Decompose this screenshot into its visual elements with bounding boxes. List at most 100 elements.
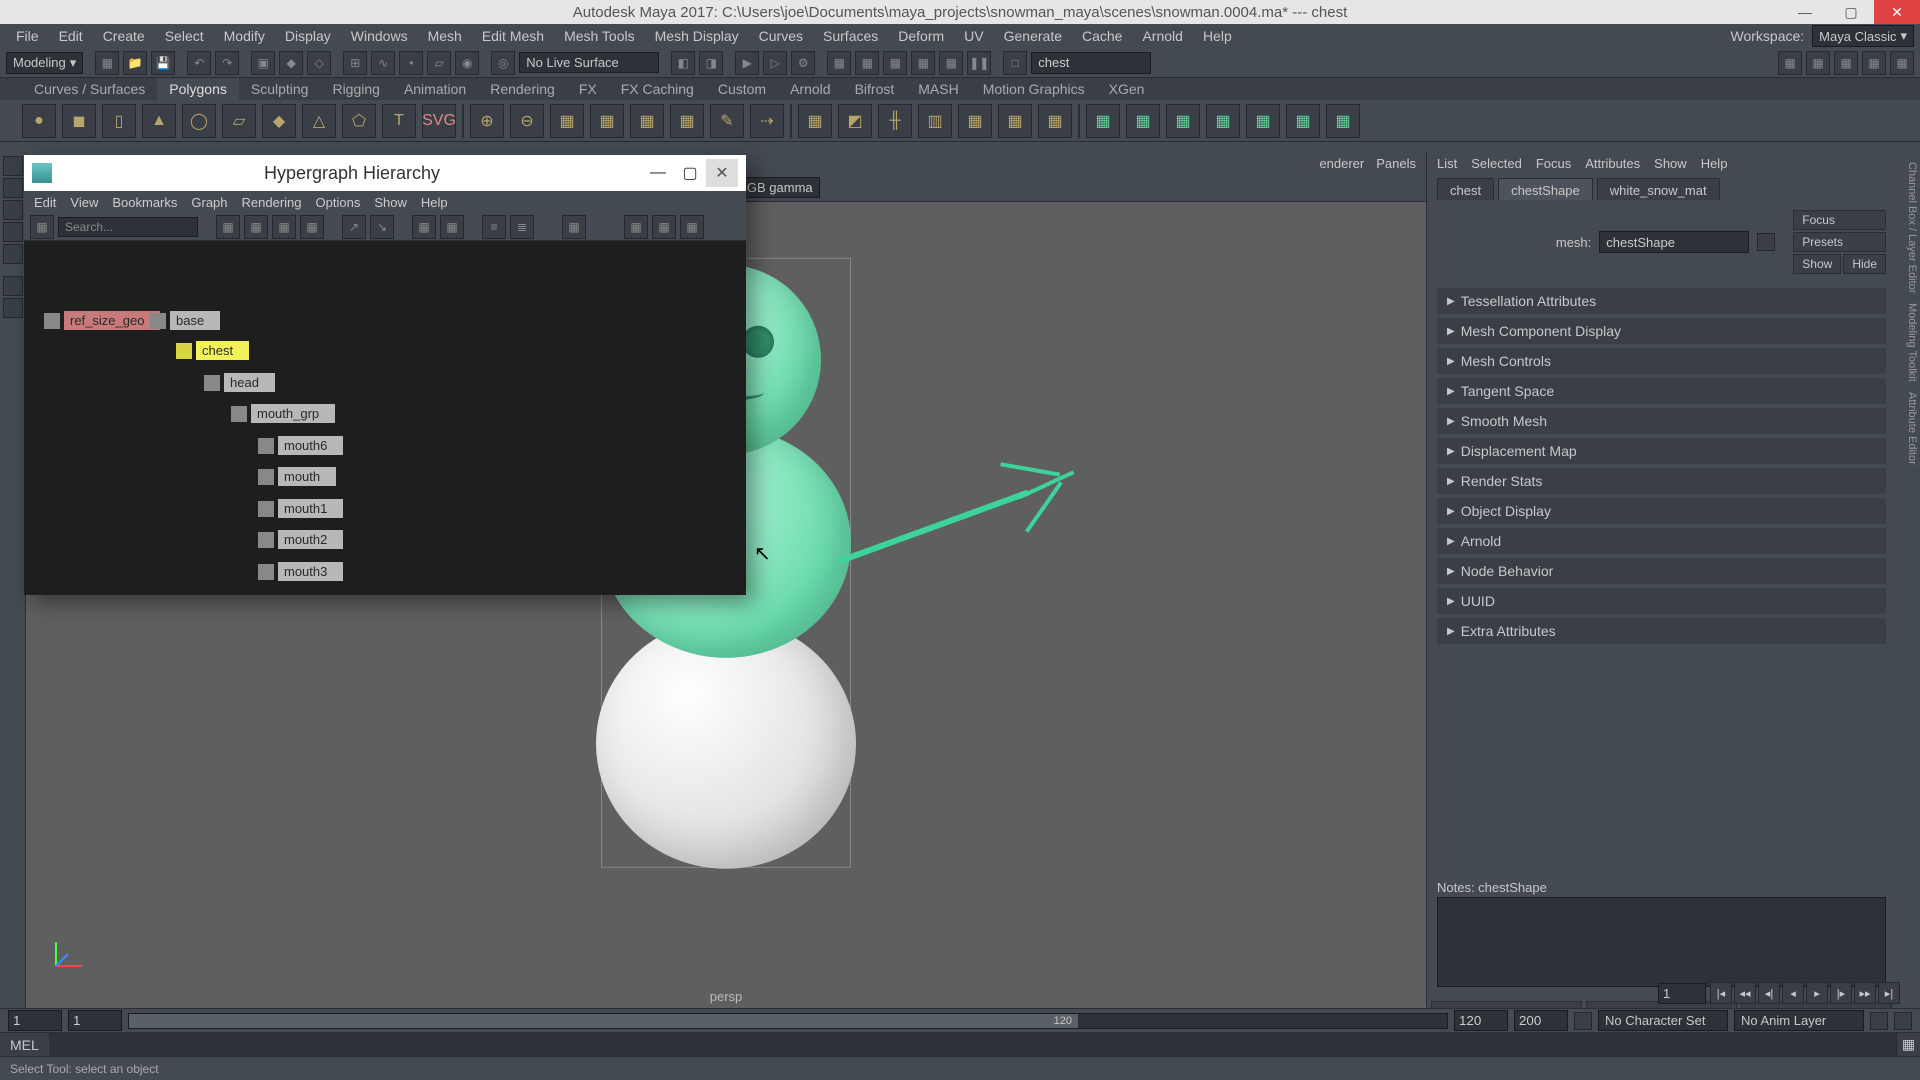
multicut-icon[interactable]: ✎ (710, 104, 744, 138)
menu-deform[interactable]: Deform (888, 26, 954, 46)
hg-icon[interactable]: ▦ (652, 215, 676, 239)
shelf-tab-rigging[interactable]: Rigging (320, 78, 391, 100)
presets-button[interactable]: Presets (1793, 232, 1886, 252)
goto-start-icon[interactable]: |◂ (1710, 982, 1732, 1004)
close-button[interactable]: ✕ (1874, 0, 1920, 24)
combine-icon[interactable]: ⊕ (470, 104, 504, 138)
menu-uv[interactable]: UV (954, 26, 993, 46)
misc-icon2[interactable]: ▦ (883, 51, 907, 75)
range-slider[interactable]: 120 (128, 1013, 1448, 1029)
live-surface-dropdown[interactable]: No Live Surface (519, 52, 659, 73)
hide-button[interactable]: Hide (1843, 254, 1886, 274)
menu-arnold[interactable]: Arnold (1132, 26, 1192, 46)
prefs-icon[interactable] (1894, 1012, 1912, 1030)
layout-icon3[interactable]: ▦ (1834, 51, 1858, 75)
section-mesh-component[interactable]: ▶Mesh Component Display (1437, 318, 1886, 344)
anim-start-input[interactable] (1454, 1010, 1508, 1031)
hg-node-head[interactable]: head (202, 371, 277, 394)
smooth-icon[interactable]: ▦ (670, 104, 704, 138)
rotate-tool-icon[interactable] (3, 222, 23, 242)
redo-icon[interactable]: ↷ (215, 51, 239, 75)
hg-icon[interactable]: ▦ (624, 215, 648, 239)
current-frame-input[interactable] (1658, 983, 1706, 1004)
script-lang-dropdown[interactable]: MEL (0, 1033, 49, 1056)
sculpt-icon1[interactable]: ▦ (1086, 104, 1120, 138)
layout-single-icon[interactable] (3, 276, 23, 296)
play-back-icon[interactable]: ◂ (1782, 982, 1804, 1004)
move-tool-icon[interactable] (3, 200, 23, 220)
layout-icon5[interactable]: ▦ (1890, 51, 1914, 75)
render-settings-icon[interactable]: ⚙ (791, 51, 815, 75)
poly-torus-icon[interactable]: ◯ (182, 104, 216, 138)
hg-menu-help[interactable]: Help (421, 195, 448, 210)
maximize-button[interactable]: ▢ (1828, 0, 1874, 24)
hg-icon[interactable]: ▦ (216, 215, 240, 239)
open-scene-icon[interactable]: 📁 (123, 51, 147, 75)
layout-four-icon[interactable] (3, 298, 23, 318)
hg-search-input[interactable]: Search... (58, 217, 198, 237)
hg-icon[interactable]: ↘ (370, 215, 394, 239)
sculpt-icon2[interactable]: ▦ (1126, 104, 1160, 138)
goto-end-icon[interactable]: ▸| (1878, 982, 1900, 1004)
misc-icon4[interactable]: ▦ (939, 51, 963, 75)
step-forward-key-icon[interactable]: ▸▸ (1854, 982, 1876, 1004)
hg-node-mouth1[interactable]: mouth1 (256, 497, 345, 520)
menu-edit[interactable]: Edit (49, 26, 93, 46)
menu-create[interactable]: Create (93, 26, 155, 46)
bridge-icon[interactable]: ╫ (878, 104, 912, 138)
hypergraph-minimize-button[interactable]: — (642, 159, 674, 187)
menu-generate[interactable]: Generate (994, 26, 1072, 46)
range-start2-input[interactable] (68, 1010, 122, 1031)
hg-menu-edit[interactable]: Edit (34, 195, 56, 210)
shelf-tab-animation[interactable]: Animation (392, 78, 478, 100)
poly-prism-icon[interactable]: ⬠ (342, 104, 376, 138)
shelf-tab-custom[interactable]: Custom (706, 78, 778, 100)
hypergraph-close-button[interactable]: ✕ (706, 159, 738, 187)
history-icon2[interactable]: ◨ (699, 51, 723, 75)
ae-tab-material[interactable]: white_snow_mat (1597, 178, 1720, 200)
section-extra[interactable]: ▶Extra Attributes (1437, 618, 1886, 644)
menu-help[interactable]: Help (1193, 26, 1242, 46)
menu-editmesh[interactable]: Edit Mesh (472, 26, 554, 46)
anim-layer-dropdown[interactable]: No Anim Layer (1734, 1010, 1864, 1031)
menu-mesh[interactable]: Mesh (418, 26, 472, 46)
right-edge-tabs[interactable]: Channel Box / Layer Editor Modeling Tool… (1896, 152, 1920, 1030)
command-input[interactable] (49, 1033, 1896, 1056)
hg-node-base[interactable]: base (148, 309, 222, 332)
misc-icon[interactable]: ▦ (855, 51, 879, 75)
snap-curve-icon[interactable]: ∿ (371, 51, 395, 75)
pause-icon[interactable]: ❚❚ (967, 51, 991, 75)
hg-icon[interactable]: ≡ (482, 215, 506, 239)
menu-curves[interactable]: Curves (749, 26, 813, 46)
ae-menu-attributes[interactable]: Attributes (1585, 156, 1640, 171)
menu-windows[interactable]: Windows (341, 26, 418, 46)
render-icon[interactable]: ▶ (735, 51, 759, 75)
notes-textarea[interactable] (1437, 897, 1886, 987)
shelf-tab-bifrost[interactable]: Bifrost (843, 78, 907, 100)
step-back-icon[interactable]: ◂| (1758, 982, 1780, 1004)
section-displacement[interactable]: ▶Displacement Map (1437, 438, 1886, 464)
hg-icon[interactable]: ↗ (342, 215, 366, 239)
range-icon[interactable] (1574, 1012, 1592, 1030)
layout-icon2[interactable]: ▦ (1806, 51, 1830, 75)
ae-menu-show[interactable]: Show (1654, 156, 1687, 171)
sculpt-icon7[interactable]: ▦ (1326, 104, 1360, 138)
poly-cylinder-icon[interactable]: ▯ (102, 104, 136, 138)
ae-tab-chest[interactable]: chest (1437, 178, 1494, 200)
select-by-hierarchy-icon[interactable]: ▣ (251, 51, 275, 75)
anim-end-input[interactable] (1514, 1010, 1568, 1031)
fill-hole-icon[interactable]: ▦ (590, 104, 624, 138)
menu-meshtools[interactable]: Mesh Tools (554, 26, 645, 46)
script-editor-icon[interactable]: ▦ (1896, 1033, 1920, 1056)
lasso-tool-icon[interactable] (3, 178, 23, 198)
section-smooth-mesh[interactable]: ▶Smooth Mesh (1437, 408, 1886, 434)
hg-menu-options[interactable]: Options (316, 195, 361, 210)
hg-icon[interactable]: ▦ (680, 215, 704, 239)
shelf-tab-rendering[interactable]: Rendering (478, 78, 567, 100)
ae-tab-chestshape[interactable]: chestShape (1498, 178, 1593, 200)
hg-menu-rendering[interactable]: Rendering (242, 195, 302, 210)
target-weld-icon[interactable]: ⇢ (750, 104, 784, 138)
layout-icon1[interactable]: ▦ (1778, 51, 1802, 75)
hg-node-mouth_grp[interactable]: mouth_grp (229, 402, 337, 425)
minimize-button[interactable]: — (1782, 0, 1828, 24)
